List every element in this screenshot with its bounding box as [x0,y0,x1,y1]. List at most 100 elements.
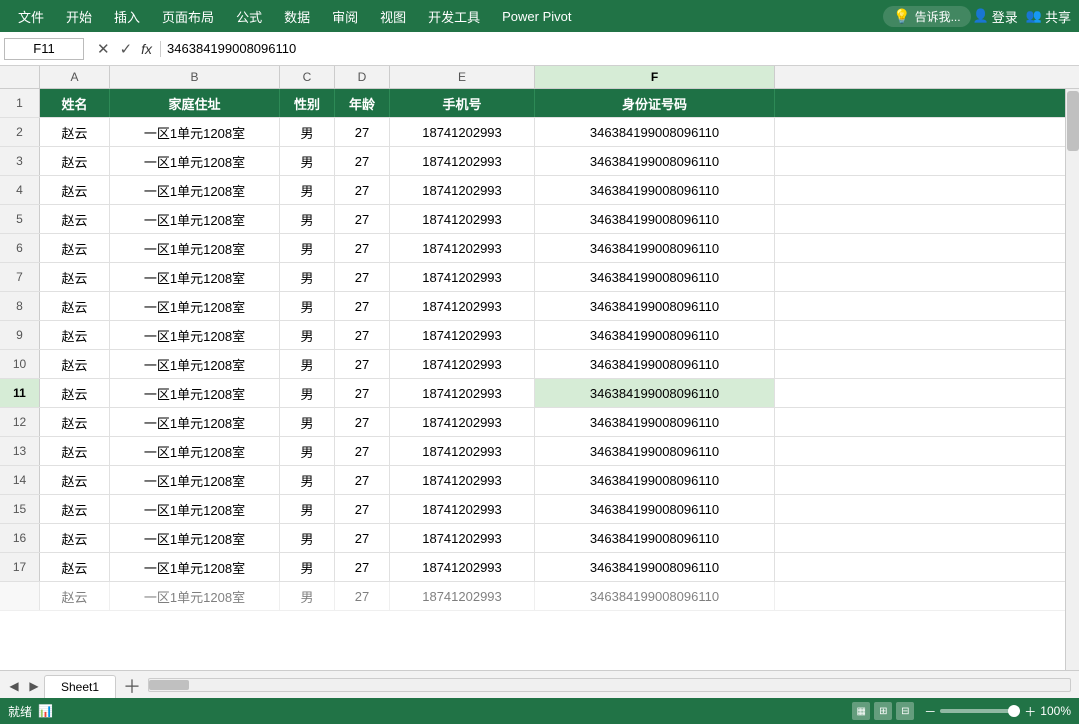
menu-power-pivot[interactable]: Power Pivot [492,5,581,28]
cell-r16-c5[interactable]: 18741202993 [390,524,535,552]
cell-r16-c2[interactable]: 一区1单元1208室 [110,524,280,552]
header-cell-name[interactable]: 姓名 [40,89,110,117]
cell-r14-c2[interactable]: 一区1单元1208室 [110,466,280,494]
cell-r14-c4[interactable]: 27 [335,466,390,494]
formula-input[interactable] [167,41,1075,56]
menu-file[interactable]: 文件 [8,3,54,30]
cell-r3-c4[interactable]: 27 [335,147,390,175]
cell-r4-c2[interactable]: 一区1单元1208室 [110,176,280,204]
cell-r16-c3[interactable]: 男 [280,524,335,552]
cell-r4-c1[interactable]: 赵云 [40,176,110,204]
cell-r13-c2[interactable]: 一区1单元1208室 [110,437,280,465]
cell-r11-c6[interactable]: 346384199008096110 [535,379,775,407]
cell-r12-c2[interactable]: 一区1单元1208室 [110,408,280,436]
cell-r2-c6[interactable]: 346384199008096110 [535,118,775,146]
cell-r9-c2[interactable]: 一区1单元1208室 [110,321,280,349]
cell-r6-c6[interactable]: 346384199008096110 [535,234,775,262]
zoom-slider[interactable] [940,709,1020,713]
col-header-f[interactable]: F [535,66,775,88]
cell-r12-c4[interactable]: 27 [335,408,390,436]
confirm-formula-icon[interactable]: ✓ [117,40,136,58]
cell-r4-c4[interactable]: 27 [335,176,390,204]
cell-r17-c6[interactable]: 346384199008096110 [535,553,775,581]
cell-r2-c5[interactable]: 18741202993 [390,118,535,146]
cell-r14-c6[interactable]: 346384199008096110 [535,466,775,494]
menu-data[interactable]: 数据 [274,3,320,30]
cell-r9-c5[interactable]: 18741202993 [390,321,535,349]
cell-r3-c3[interactable]: 男 [280,147,335,175]
tab-nav-left[interactable]: ◀ [4,674,24,698]
cell-r8-c4[interactable]: 27 [335,292,390,320]
col-header-b[interactable]: B [110,66,280,88]
cell-r10-c5[interactable]: 18741202993 [390,350,535,378]
header-cell-phone[interactable]: 手机号 [390,89,535,117]
cell-r17-c4[interactable]: 27 [335,553,390,581]
cell-r6-c4[interactable]: 27 [335,234,390,262]
cell-r17-c3[interactable]: 男 [280,553,335,581]
cell-r13-c5[interactable]: 18741202993 [390,437,535,465]
normal-view-icon[interactable]: ▦ [852,702,870,720]
cell-r5-c1[interactable]: 赵云 [40,205,110,233]
menu-view[interactable]: 视图 [370,3,416,30]
cell-r14-c1[interactable]: 赵云 [40,466,110,494]
cell-r10-c4[interactable]: 27 [335,350,390,378]
share-button[interactable]: 👥 共享 [1026,7,1071,26]
cell-r7-c2[interactable]: 一区1单元1208室 [110,263,280,291]
cell-r8-c6[interactable]: 346384199008096110 [535,292,775,320]
cell-r3-c5[interactable]: 18741202993 [390,147,535,175]
cell-r14-c3[interactable]: 男 [280,466,335,494]
cell-r16-c1[interactable]: 赵云 [40,524,110,552]
cell-r8-c5[interactable]: 18741202993 [390,292,535,320]
horizontal-scrollbar[interactable] [148,678,1071,692]
cancel-formula-icon[interactable]: ✕ [94,40,113,58]
cell-r9-c1[interactable]: 赵云 [40,321,110,349]
cell-r17-c2[interactable]: 一区1单元1208室 [110,553,280,581]
menu-page-layout[interactable]: 页面布局 [152,3,224,30]
col-header-d[interactable]: D [335,66,390,88]
header-cell-gender[interactable]: 性别 [280,89,335,117]
cell-r12-c5[interactable]: 18741202993 [390,408,535,436]
cell-r4-c6[interactable]: 346384199008096110 [535,176,775,204]
cell-r8-c3[interactable]: 男 [280,292,335,320]
cell-r12-c3[interactable]: 男 [280,408,335,436]
cell-r3-c2[interactable]: 一区1单元1208室 [110,147,280,175]
cell-r6-c2[interactable]: 一区1单元1208室 [110,234,280,262]
col-header-e[interactable]: E [390,66,535,88]
cell-r3-c6[interactable]: 346384199008096110 [535,147,775,175]
cell-r4-c3[interactable]: 男 [280,176,335,204]
page-layout-view-icon[interactable]: ⊞ [874,702,892,720]
cell-r8-c1[interactable]: 赵云 [40,292,110,320]
cell-r2-c1[interactable]: 赵云 [40,118,110,146]
cell-r11-c5[interactable]: 18741202993 [390,379,535,407]
header-cell-id[interactable]: 身份证号码 [535,89,775,117]
cell-r5-c4[interactable]: 27 [335,205,390,233]
cell-r11-c3[interactable]: 男 [280,379,335,407]
cell-r17-c5[interactable]: 18741202993 [390,553,535,581]
scrollbar-thumb[interactable] [1067,91,1079,151]
cell-r10-c1[interactable]: 赵云 [40,350,110,378]
cell-r12-c1[interactable]: 赵云 [40,408,110,436]
menu-home[interactable]: 开始 [56,3,102,30]
cell-r13-c6[interactable]: 346384199008096110 [535,437,775,465]
menu-formula[interactable]: 公式 [226,3,272,30]
cell-r15-c6[interactable]: 346384199008096110 [535,495,775,523]
cell-r15-c2[interactable]: 一区1单元1208室 [110,495,280,523]
col-header-a[interactable]: A [40,66,110,88]
cell-r13-c1[interactable]: 赵云 [40,437,110,465]
cell-r5-c6[interactable]: 346384199008096110 [535,205,775,233]
cell-r9-c3[interactable]: 男 [280,321,335,349]
cell-r3-c1[interactable]: 赵云 [40,147,110,175]
add-sheet-button[interactable]: ＋ [120,674,144,698]
cell-r9-c6[interactable]: 346384199008096110 [535,321,775,349]
cell-r10-c3[interactable]: 男 [280,350,335,378]
cell-r11-c4[interactable]: 27 [335,379,390,407]
cell-r10-c2[interactable]: 一区1单元1208室 [110,350,280,378]
cell-r2-c3[interactable]: 男 [280,118,335,146]
cell-r7-c5[interactable]: 18741202993 [390,263,535,291]
cell-r12-c6[interactable]: 346384199008096110 [535,408,775,436]
cell-r5-c2[interactable]: 一区1单元1208室 [110,205,280,233]
cell-reference-box[interactable] [4,38,84,60]
cell-r13-c3[interactable]: 男 [280,437,335,465]
menu-review[interactable]: 审阅 [322,3,368,30]
header-cell-address[interactable]: 家庭住址 [110,89,280,117]
